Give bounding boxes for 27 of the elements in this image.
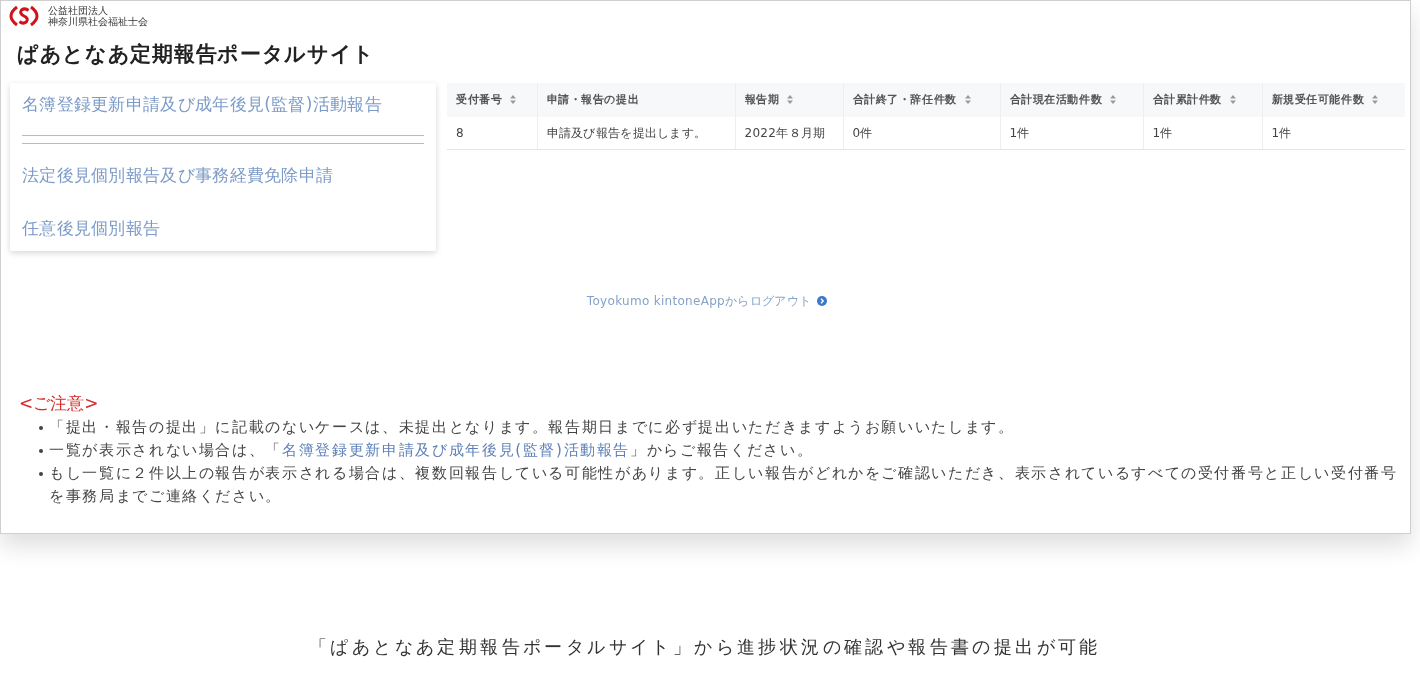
column-header: 申請・報告の提出 xyxy=(546,92,640,106)
table-cell: 1件 xyxy=(1143,117,1262,149)
table-cell: 1件 xyxy=(1000,117,1143,149)
bullet-icon xyxy=(39,472,43,476)
table-cell: 8 xyxy=(447,117,537,149)
column-header[interactable]: 受付番号 xyxy=(456,92,503,106)
chevron-circle-icon xyxy=(817,296,828,306)
notice-text: 一覧が表示されない場合は、「名簿登録更新申請及び成年後見(監督)活動報告」からご報告ください。 xyxy=(49,440,815,461)
notice-text: 「提出・報告の提出」に記載のないケースは、未提出となります。報告期日までに必ず提出いただきますようお願いいたします。 xyxy=(49,417,1016,438)
caption-text: 「ぱあとなあ定期報告ポータルサイト」から進捗状況の確認や報告書の提出が可能 xyxy=(308,635,1102,659)
table-cell: 1件 xyxy=(1262,117,1405,149)
organization-type: 公益社団法人 xyxy=(48,5,108,16)
column-header[interactable]: 新規受任可能件数 xyxy=(1271,92,1365,106)
notice-text: もし一覧に２件以上の報告が表示される場合は、複数回報告している可能性があります。正しい報告がどれかをご確認いただき、表示されているすべての受付番号と正しい受付番号を事務局までご連絡ください。 xyxy=(49,463,1399,507)
column-header[interactable]: 合計現在活動件数 xyxy=(1009,92,1103,106)
page-title: ぱあとなあ定期報告ポータルサイト xyxy=(17,41,377,68)
bullet-icon xyxy=(39,426,43,430)
notice-heading: <ご注意> xyxy=(19,392,99,414)
table-cell: 2022年８月期 xyxy=(735,117,843,149)
organization-name: 神奈川県社会福祉士会 xyxy=(48,16,148,27)
table-cell: 0件 xyxy=(843,117,1000,149)
column-header[interactable]: 報告期 xyxy=(744,92,780,106)
notice-link[interactable]: 名簿登録更新申請及び成年後見(監督)活動報告 xyxy=(282,441,631,459)
table-cell: 申請及び報告を提出します。 xyxy=(537,117,735,149)
bullet-icon xyxy=(39,449,43,453)
column-header[interactable]: 合計終了・辞任件数 xyxy=(852,92,957,106)
column-header[interactable]: 合計累計件数 xyxy=(1152,92,1223,106)
